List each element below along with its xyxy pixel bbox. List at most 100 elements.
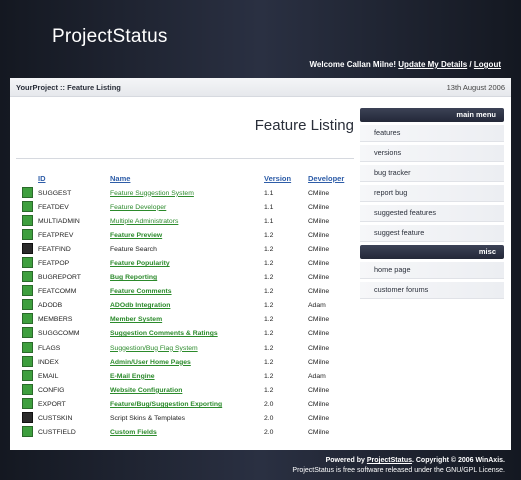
feature-id: INDEX — [38, 358, 59, 366]
feature-name-cell: Feature Developer — [108, 200, 262, 214]
feature-version: 1.2 — [264, 274, 274, 282]
status-icon — [22, 242, 33, 254]
misc-menu-header: misc — [360, 245, 504, 259]
status-cell — [20, 200, 36, 214]
feature-version: 1.2 — [264, 316, 274, 324]
feature-name-link[interactable]: ADOdb Integration — [110, 302, 170, 309]
feature-developer: CMilne — [308, 429, 330, 437]
feature-name-cell: Feature Suggestion System — [108, 186, 262, 200]
feature-name-cell: Feature Popularity — [108, 256, 262, 270]
feature-version: 1.2 — [264, 288, 274, 296]
name-column-header[interactable]: Name — [108, 174, 262, 186]
feature-name-link[interactable]: Bug Reporting — [110, 274, 157, 281]
content-panel: YourProject :: Feature Listing 13th Augu… — [10, 78, 511, 450]
feature-name-cell: Feature Comments — [108, 285, 262, 299]
feature-name-link[interactable]: Custom Fields — [110, 429, 157, 436]
powered-by: Powered by ProjectStatus. Copyright © 20… — [326, 457, 505, 464]
feature-name-link[interactable]: E-Mail Engine — [110, 373, 155, 380]
status-icon — [22, 299, 33, 311]
feature-name-link[interactable]: Admin/User Home Pages — [110, 359, 191, 366]
status-cell — [20, 426, 36, 440]
feature-id: FEATDEV — [38, 203, 69, 211]
page-title: Feature Listing — [254, 117, 354, 134]
feature-name-link[interactable]: Feature Preview — [110, 232, 162, 239]
feature-name-cell: Feature Search — [108, 242, 262, 256]
feature-id: FLAGS — [38, 344, 61, 352]
feature-name-link[interactable]: Feature Developer — [110, 204, 166, 211]
table-row: MULTIADMIN Multiple Administrators 1.1 CMil… — [20, 214, 350, 228]
table-row: INDEX Admin/User Home Pages 1.2 CMilne — [20, 355, 350, 369]
welcome-text: Welcome Callan Milne! — [309, 60, 397, 69]
table-row: FEATFIND Feature Search 1.2 CMilne — [20, 242, 350, 256]
feature-name-link[interactable]: Suggestion Comments & Ratings — [110, 330, 218, 337]
feature-version: 2.0 — [264, 415, 274, 423]
misc-item-customer-forums[interactable]: customer forums — [360, 282, 504, 299]
status-cell — [20, 256, 36, 270]
feature-developer: CMilne — [308, 400, 330, 408]
status-icon — [22, 285, 33, 297]
feature-name-link[interactable]: Script Skins & Templates — [110, 415, 185, 422]
site-logo[interactable]: ProjectStatus — [52, 26, 168, 48]
feature-name-link[interactable]: Feature Popularity — [110, 260, 170, 267]
site-header: ProjectStatus Welcome Callan Milne! Upda… — [0, 0, 521, 78]
status-icon — [22, 355, 33, 367]
feature-version: 1.1 — [264, 217, 274, 225]
feature-name-cell: Multiple Administrators — [108, 214, 262, 228]
feature-name-cell: Admin/User Home Pages — [108, 355, 262, 369]
feature-name-link[interactable]: Suggestion/Bug Flag System — [110, 345, 198, 352]
feature-name-cell: Feature/Bug/Suggestion Exporting — [108, 397, 262, 411]
table-header-row: ID Name Version Developer — [20, 174, 350, 186]
table-row: CONFIG Website Configuration 1.2 CMilne — [20, 383, 350, 397]
feature-developer: CMilne — [308, 316, 330, 324]
status-cell — [20, 412, 36, 426]
table-row: FEATCOMM Feature Comments 1.2 CMilne — [20, 285, 350, 299]
status-icon — [22, 200, 33, 212]
powered-link[interactable]: ProjectStatus — [367, 457, 412, 464]
status-icon — [22, 341, 33, 353]
feature-name-cell: Suggestion Comments & Ratings — [108, 327, 262, 341]
copyright-text: . Copyright © 2006 WinAxis. — [411, 457, 505, 464]
update-details-link[interactable]: Update My Details — [398, 60, 467, 69]
id-column-header[interactable]: ID — [36, 174, 108, 186]
status-cell — [20, 214, 36, 228]
table-row: SUGGCOMM Suggestion Comments & Ratings 1.2… — [20, 327, 350, 341]
sidebar: main menu features versions bug tracker rep… — [360, 108, 504, 302]
status-cell — [20, 242, 36, 256]
feature-name-link[interactable]: Feature Suggestion System — [110, 190, 194, 197]
menu-item-bug-tracker[interactable]: bug tracker — [360, 165, 504, 182]
logout-link[interactable]: Logout — [474, 60, 501, 69]
feature-name-cell: E-Mail Engine — [108, 369, 262, 383]
menu-item-report-bug[interactable]: report bug — [360, 185, 504, 202]
feature-id: MULTIADMIN — [38, 217, 80, 225]
feature-id: SUGGCOMM — [38, 330, 80, 338]
feature-id: CONFIG — [38, 386, 65, 394]
feature-version: 1.2 — [264, 302, 274, 310]
feature-id: CUSTFIELD — [38, 429, 76, 437]
feature-id: SUGGEST — [38, 189, 72, 197]
feature-name-link[interactable]: Feature Comments — [110, 288, 172, 295]
status-cell — [20, 271, 36, 285]
menu-item-suggest-feature[interactable]: suggest feature — [360, 225, 504, 242]
feature-developer: CMilne — [308, 288, 330, 296]
status-cell — [20, 383, 36, 397]
developer-column-header[interactable]: Developer — [306, 174, 350, 186]
table-row: ADODB ADOdb Integration 1.2 Adam — [20, 299, 350, 313]
misc-item-home-page[interactable]: home page — [360, 262, 504, 279]
license-text: ProjectStatus is free software released … — [292, 467, 505, 474]
feature-developer: Adam — [308, 372, 326, 380]
table-row: SUGGEST Feature Suggestion System 1.1 CMiln… — [20, 186, 350, 200]
feature-name-cell: Bug Reporting — [108, 271, 262, 285]
menu-item-features[interactable]: features — [360, 125, 504, 142]
feature-name-link[interactable]: Member System — [110, 316, 162, 323]
status-cell — [20, 355, 36, 369]
feature-name-link[interactable]: Feature/Bug/Suggestion Exporting — [110, 401, 222, 408]
feature-version: 1.1 — [264, 203, 274, 211]
feature-name-link[interactable]: Feature Search — [110, 246, 157, 253]
status-cell — [20, 299, 36, 313]
feature-name-link[interactable]: Multiple Administrators — [110, 218, 178, 225]
menu-item-suggested-features[interactable]: suggested features — [360, 205, 504, 222]
menu-item-versions[interactable]: versions — [360, 145, 504, 162]
version-column-header[interactable]: Version — [262, 174, 306, 186]
feature-id: MEMBERS — [38, 316, 73, 324]
feature-name-link[interactable]: Website Configuration — [110, 387, 182, 394]
